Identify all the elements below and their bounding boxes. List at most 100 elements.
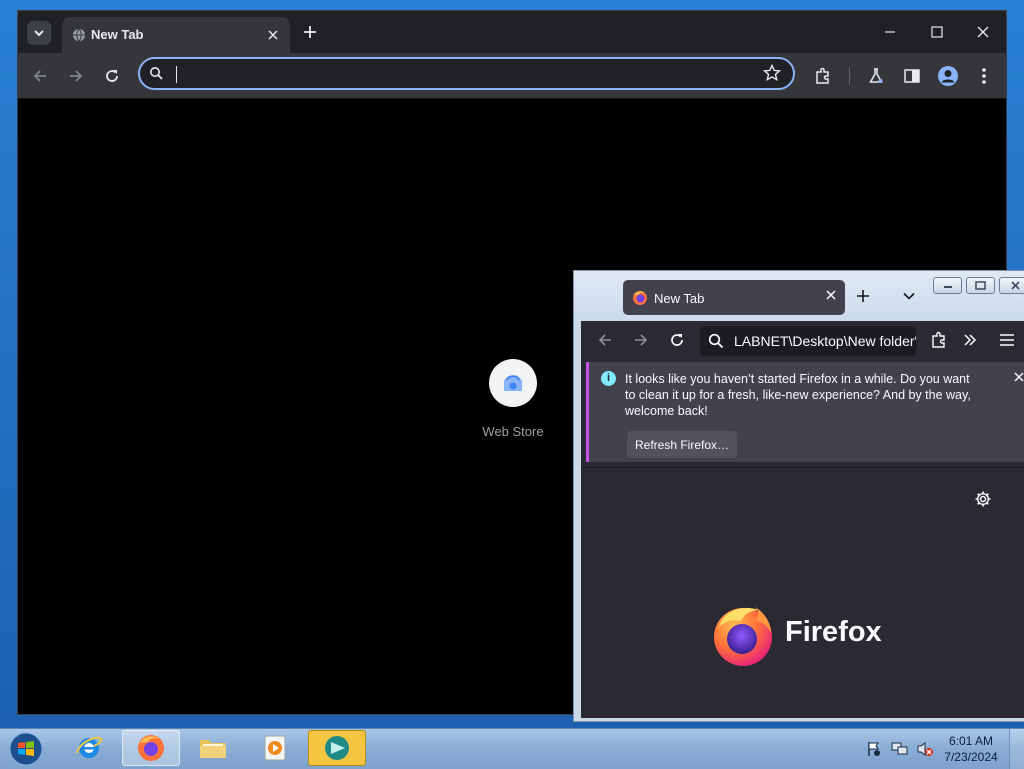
chrome-tab-new-tab[interactable]: New Tab <box>62 17 290 53</box>
arrow-left-icon <box>33 70 46 82</box>
ff-url-text: LABNET\Desktop\New folder" <box>734 333 916 349</box>
system-clock[interactable]: 6:01 AM 7/23/2024 <box>935 733 1007 765</box>
ff-new-tab-page: Firefox <box>581 467 1024 718</box>
close-icon <box>1010 281 1020 290</box>
ff-list-tabs-button[interactable] <box>902 289 916 303</box>
taskbar-internet-explorer[interactable] <box>60 730 118 766</box>
firefox-content-frame: LABNET\Desktop\New folder" i It looks li… <box>581 321 1024 718</box>
action-center-icon[interactable] <box>866 741 882 757</box>
close-icon <box>977 26 989 38</box>
firefox-tab-new-tab[interactable]: New Tab <box>623 280 845 315</box>
reload-icon <box>106 70 118 82</box>
shortcut-web-store[interactable]: Web Store <box>480 359 546 439</box>
text-caret <box>176 66 177 83</box>
taskbar-media-player[interactable] <box>246 730 304 766</box>
taskbar-file-explorer[interactable] <box>184 730 242 766</box>
network-icon[interactable] <box>891 741 909 757</box>
refresh-firefox-button[interactable]: Refresh Firefox… <box>627 431 737 458</box>
side-panel-icon <box>904 69 920 83</box>
chrome-menu-button[interactable] <box>971 63 997 89</box>
puzzle-icon <box>932 331 945 348</box>
firefox-navbar: LABNET\Desktop\New folder" <box>581 321 1024 360</box>
maximize-button[interactable] <box>914 19 960 45</box>
labs-button[interactable] <box>863 63 889 89</box>
close-window-button[interactable] <box>960 19 1006 45</box>
flask-icon <box>869 68 883 83</box>
kebab-menu-icon <box>982 68 986 84</box>
restore-icon <box>975 281 986 290</box>
chevron-down-icon <box>34 30 44 37</box>
forward-button[interactable] <box>63 63 89 89</box>
volume-muted-icon[interactable] <box>916 741 934 757</box>
globe-icon <box>72 28 86 42</box>
extensions-button[interactable] <box>810 63 836 89</box>
back-button[interactable] <box>27 63 53 89</box>
puzzle-icon <box>816 67 829 84</box>
clock-date: 7/23/2024 <box>944 750 998 764</box>
media-player-icon <box>264 735 286 761</box>
search-icon <box>708 333 724 349</box>
ff-menu-button[interactable] <box>994 327 1020 353</box>
ff-forward-button[interactable] <box>628 327 654 353</box>
reload-button[interactable] <box>99 63 125 89</box>
close-tab-icon[interactable] <box>826 290 836 300</box>
bookmark-star-icon[interactable] <box>763 64 781 82</box>
profile-button[interactable] <box>935 63 961 89</box>
ff-reload-button[interactable] <box>664 327 690 353</box>
avatar-icon <box>938 66 958 86</box>
reload-icon <box>671 334 683 346</box>
minimize-icon <box>943 285 952 288</box>
folder-icon <box>200 740 226 758</box>
show-desktop-button[interactable] <box>1009 729 1024 769</box>
windows-start-icon <box>9 732 43 766</box>
firefox-titlebar: New Tab <box>574 271 1024 321</box>
ff-back-button[interactable] <box>592 327 618 353</box>
start-button[interactable] <box>6 730 46 768</box>
new-tab-button[interactable] <box>300 22 320 42</box>
taskbar-firefox[interactable] <box>122 730 180 766</box>
internet-explorer-icon <box>76 736 103 758</box>
app-icon <box>325 736 349 760</box>
double-chevron-right-icon <box>964 334 977 346</box>
taskbar-app[interactable] <box>308 730 366 766</box>
arrow-right-icon <box>70 70 83 82</box>
chevron-down-icon <box>903 292 915 300</box>
clock-time: 6:01 AM <box>948 734 994 748</box>
close-tab-icon[interactable] <box>264 26 282 44</box>
firefox-icon <box>632 290 648 306</box>
ff-new-tab-button[interactable] <box>856 289 870 303</box>
gear-icon[interactable] <box>974 490 992 508</box>
shortcut-label: Web Store <box>482 424 544 439</box>
tab-search-button[interactable] <box>27 21 51 45</box>
firefox-window: New Tab LABNET\Desktop\New folder" i It … <box>573 270 1024 722</box>
ff-overflow-button[interactable] <box>957 327 983 353</box>
firefox-logo-icon <box>711 603 775 667</box>
toolbar-separator <box>849 67 850 85</box>
omnibox-input[interactable] <box>178 62 742 87</box>
omnibox[interactable] <box>138 57 795 90</box>
ff-url-bar[interactable]: LABNET\Desktop\New folder" <box>700 326 916 356</box>
ff-notification-message: It looks like you haven’t started Firefo… <box>625 372 971 418</box>
plus-icon <box>304 26 316 38</box>
ff-minimize-button[interactable] <box>933 277 962 294</box>
ff-notification-close-icon[interactable] <box>1014 372 1024 382</box>
side-panel-button[interactable] <box>899 63 925 89</box>
maximize-icon <box>931 26 943 38</box>
plus-icon <box>857 290 869 302</box>
taskbar: 6:01 AM 7/23/2024 <box>0 728 1024 769</box>
firefox-tab-title: New Tab <box>654 291 705 306</box>
chrome-toolbar <box>18 53 1006 99</box>
ff-notification-bar: i It looks like you haven’t started Fire… <box>586 362 1024 462</box>
hamburger-icon <box>1000 334 1014 346</box>
chrome-tab-title: New Tab <box>91 27 144 42</box>
minimize-button[interactable] <box>867 19 913 45</box>
ff-extensions-button[interactable] <box>926 327 952 353</box>
firefox-wordmark: Firefox <box>785 616 882 648</box>
ff-close-button[interactable] <box>999 277 1024 294</box>
web-store-icon <box>489 359 537 407</box>
info-icon: i <box>601 371 616 386</box>
chrome-titlebar: New Tab <box>18 11 1006 53</box>
ff-restore-button[interactable] <box>966 277 995 294</box>
arrow-left-icon <box>598 334 611 346</box>
firefox-icon <box>138 735 164 761</box>
